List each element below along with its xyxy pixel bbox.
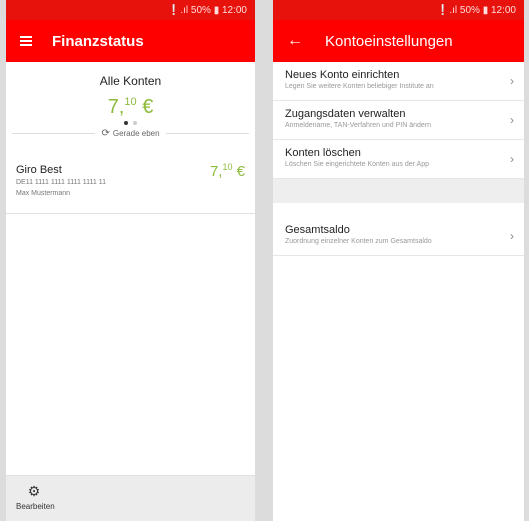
refresh-row[interactable]: ⟳ Gerade eben	[6, 128, 255, 139]
section-divider	[273, 179, 524, 203]
refresh-text: Gerade eben	[112, 129, 160, 138]
chevron-right-icon: ›	[510, 229, 514, 243]
account-owner: Max Mustermann	[16, 190, 71, 197]
edit-label: Bearbeiten	[16, 502, 55, 511]
edit-button[interactable]: ⚙ Bearbeiten	[16, 483, 55, 511]
back-icon[interactable]: ←	[287, 33, 303, 49]
chevron-right-icon: ›	[510, 113, 514, 127]
settings-item-credentials[interactable]: Zugangsdaten verwalten Anmeldename, TAN-…	[273, 101, 524, 140]
status-text: ❕.ıl 50% ▮ 12:00	[436, 4, 516, 16]
settings-item-total-balance[interactable]: Gesamtsaldo Zuordnung einzelner Konten z…	[273, 217, 524, 256]
item-subtitle: Legen Sie weitere Konten beliebiger Inst…	[285, 83, 434, 90]
page-dot-active	[124, 121, 128, 125]
summary-label: Alle Konten	[99, 74, 162, 88]
menu-icon[interactable]	[20, 36, 32, 46]
item-title: Konten löschen	[285, 147, 361, 159]
page-dot	[133, 121, 137, 125]
status-bar: ❕.ıl 50% ▮ 12:00	[6, 0, 255, 20]
item-subtitle: Löschen Sie eingerichtete Konten aus der…	[285, 161, 429, 168]
settings-item-new-account[interactable]: Neues Konto einrichten Legen Sie weitere…	[273, 62, 524, 101]
chevron-right-icon: ›	[510, 152, 514, 166]
account-row[interactable]: Giro Best DE11 1111 1111 1111 1111 11 Ma…	[6, 154, 255, 214]
account-amount: 7,10 €	[209, 162, 245, 180]
item-subtitle: Anmeldename, TAN-Verfahren und PIN änder…	[285, 122, 432, 129]
left-screen: ❕.ıl 50% ▮ 12:00 Finanzstatus Alle Konte…	[6, 0, 255, 521]
right-screen: ❕.ıl 50% ▮ 12:00 ← Kontoeinstellungen Ne…	[273, 0, 524, 521]
settings-item-delete-accounts[interactable]: Konten löschen Löschen Sie eingerichtete…	[273, 140, 524, 179]
gear-icon: ⚙	[27, 483, 41, 499]
item-title: Neues Konto einrichten	[285, 69, 400, 81]
app-bar: ← Kontoeinstellungen	[273, 20, 524, 62]
page-title: Kontoeinstellungen	[325, 32, 453, 50]
page-title: Finanzstatus	[52, 32, 144, 50]
app-bar: Finanzstatus	[6, 20, 255, 62]
status-bar: ❕.ıl 50% ▮ 12:00	[273, 0, 524, 20]
item-title: Zugangsdaten verwalten	[285, 108, 406, 120]
item-title: Gesamtsaldo	[285, 224, 350, 236]
page-indicator	[6, 121, 255, 125]
item-subtitle: Zuordnung einzelner Konten zum Gesamtsal…	[285, 238, 432, 245]
refresh-icon: ⟳	[101, 128, 110, 139]
status-text: ❕.ıl 50% ▮ 12:00	[167, 4, 247, 16]
total-summary[interactable]: Alle Konten 7,10 € ⟳ Gerade eben	[6, 62, 255, 154]
total-amount: 7,10 €	[107, 96, 154, 118]
chevron-right-icon: ›	[510, 74, 514, 88]
bottom-bar: ⚙ Bearbeiten	[6, 475, 255, 521]
